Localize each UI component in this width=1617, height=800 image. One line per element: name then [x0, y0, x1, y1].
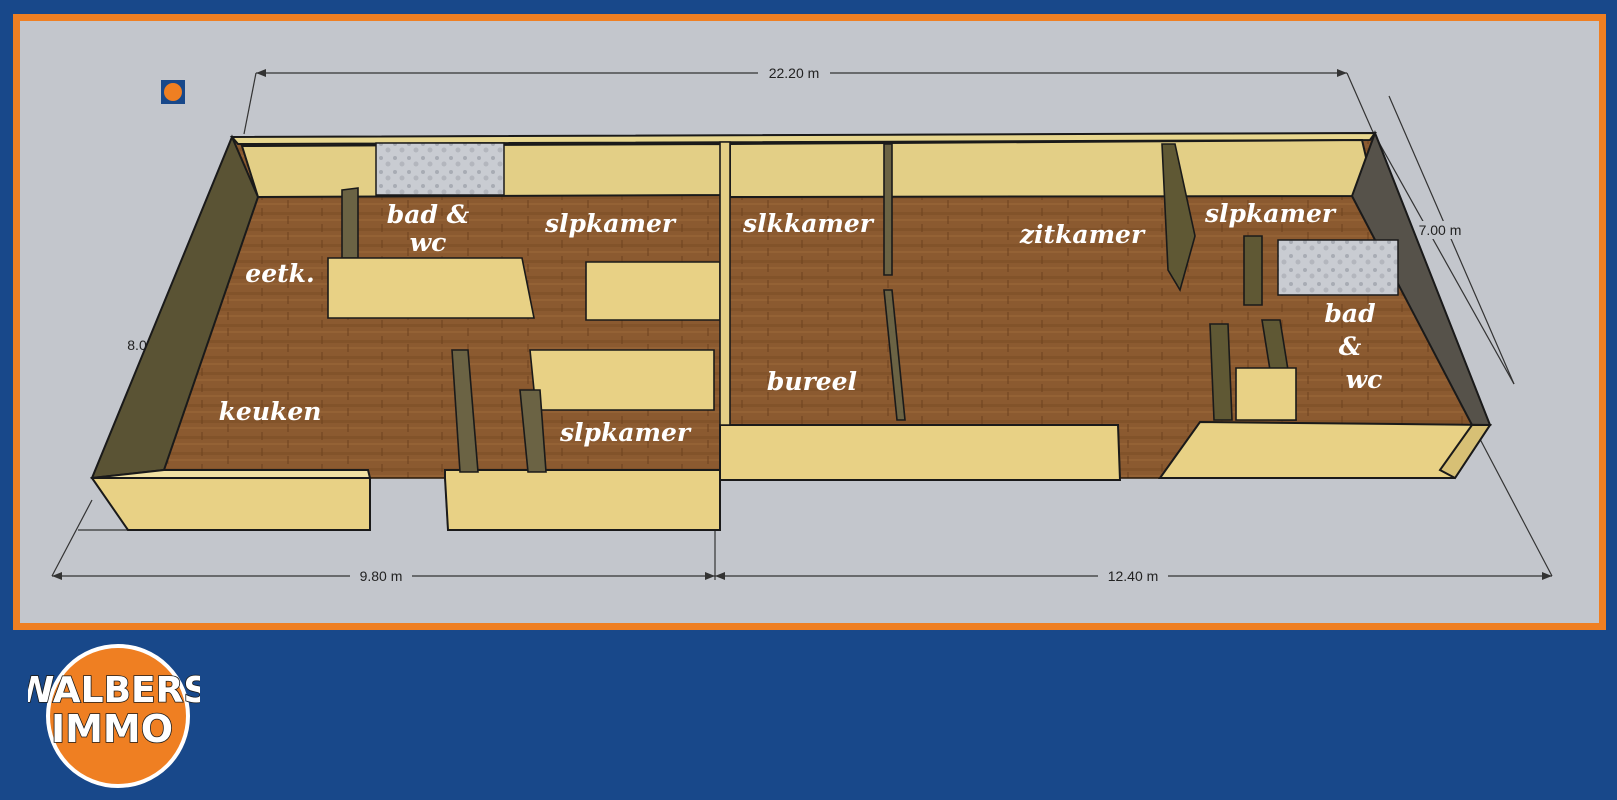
dimension-total-length: 22.20 m: [769, 65, 820, 81]
room-label-slpkamer3: slpkamer: [1204, 199, 1337, 228]
room-label-slkkamer: slkkamer: [742, 209, 875, 238]
room-label-bad2-line3: wc: [1346, 365, 1383, 394]
logo-line2: IMMO: [51, 707, 173, 751]
room-label-eetk: eetk.: [245, 259, 314, 288]
room-label-slpkamer1: slpkamer: [544, 209, 677, 238]
floorplan-3d: 22.20 m 7.00 m 8.0 9.80 m 12.40 m eetk. …: [51, 64, 1553, 585]
small-logo-mark: [161, 80, 185, 104]
dimension-segment-left: 9.80 m: [360, 568, 403, 584]
room-label-bad2-line1: bad: [1324, 299, 1375, 328]
logo-line1: WALBERS: [28, 670, 200, 711]
walbers-immo-logo: WALBERS IMMO: [28, 644, 200, 788]
room-label-bad1-line1: bad &: [387, 200, 470, 229]
room-label-bureel: bureel: [767, 367, 857, 396]
dimension-width-right: 7.00 m: [1419, 222, 1462, 238]
bathroom-tiles-left: [375, 142, 505, 196]
bathroom-tiles-right: [1277, 239, 1399, 296]
room-label-zitkamer: zitkamer: [1019, 220, 1146, 249]
room-label-keuken: keuken: [219, 397, 322, 426]
room-label-slpkamer2: slpkamer: [559, 418, 692, 447]
room-label-bad1-line2: wc: [410, 228, 447, 257]
room-label-bad2-line2: &: [1339, 332, 1362, 361]
dimension-segment-right: 12.40 m: [1108, 568, 1159, 584]
